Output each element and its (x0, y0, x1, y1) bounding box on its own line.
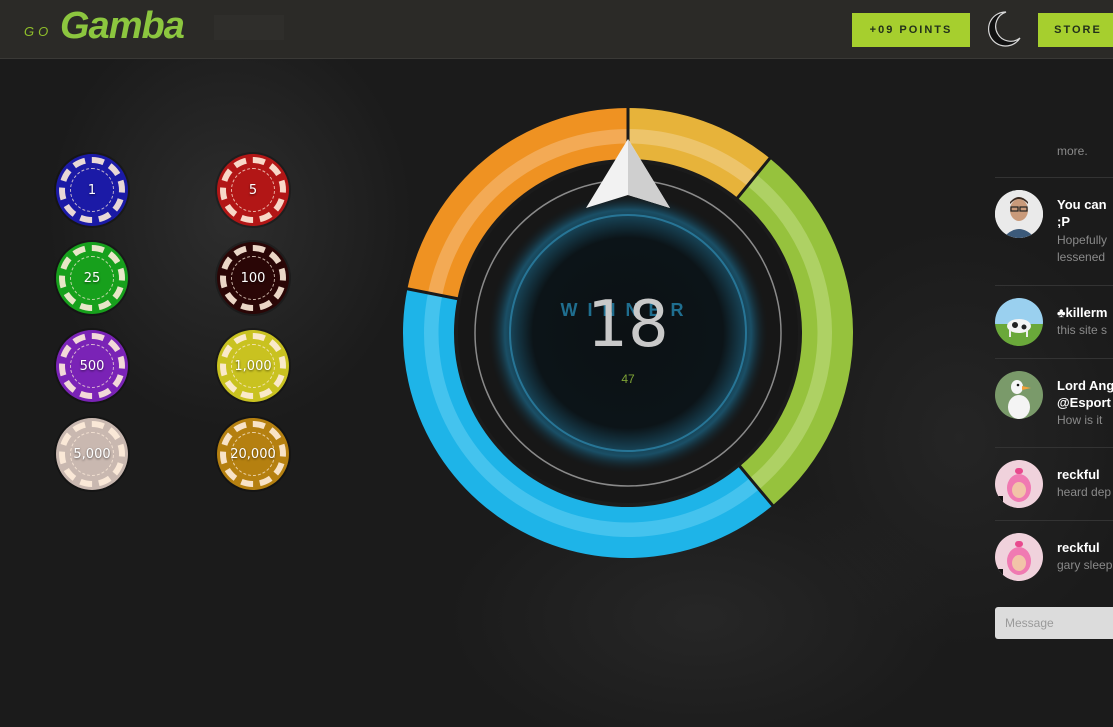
chat-message: reckful gary sleep (995, 520, 1113, 593)
round-number: 47 (621, 372, 635, 386)
chat-message-text: Hopefully (1057, 233, 1108, 247)
logo-placeholder-box (214, 15, 284, 40)
chat-message-text: lessened (1057, 250, 1106, 264)
moon-icon[interactable] (982, 8, 1024, 50)
chat-panel: more. You can ;P Hopefully lessened ♣kil… (995, 130, 1113, 630)
chat-message: Lord Ang @Esport How is it (995, 358, 1113, 447)
pink-avatar-icon (995, 533, 1043, 581)
chat-message: reckful heard dep (995, 447, 1113, 520)
chat-username: reckful (1057, 467, 1100, 482)
chip-5[interactable]: 5 (217, 154, 289, 226)
cow-avatar-icon (995, 298, 1043, 346)
chat-username-cont: @Esport (1057, 395, 1111, 410)
chat-username: Lord Ang (1057, 378, 1113, 393)
goose-avatar-icon (995, 371, 1043, 419)
avatar[interactable] (995, 190, 1043, 238)
chat-username: ♣killerm (1057, 305, 1108, 320)
chat-username-cont: ;P (1057, 214, 1070, 229)
winning-number: 18 (587, 288, 669, 362)
chip-label: 25 (83, 270, 101, 286)
chat-username: You can (1057, 197, 1107, 212)
chat-message-text: How is it (1057, 413, 1103, 427)
chip-label: 1 (87, 182, 97, 198)
chip-label: 5 (248, 182, 258, 198)
chip-25[interactable]: 25 (56, 242, 128, 314)
chat-username: reckful (1057, 540, 1100, 555)
chip-100[interactable]: 100 (217, 242, 289, 314)
top-bar: GO Gamba +09 POINTS STORE (0, 0, 1113, 59)
avatar[interactable] (995, 533, 1043, 581)
chip-1000[interactable]: 1,000 (217, 330, 289, 402)
store-button[interactable]: STORE (1038, 13, 1113, 47)
chat-message-text: this site s (1057, 323, 1108, 337)
chip-label: 500 (79, 358, 105, 374)
chip-20000[interactable]: 20,000 (217, 418, 289, 490)
chip-500[interactable]: 500 (56, 330, 128, 402)
chat-message: ♣killerm this site s (995, 285, 1113, 356)
chip-label: 5,000 (73, 446, 111, 462)
chip-5000[interactable]: 5,000 (56, 418, 128, 490)
avatar[interactable] (995, 298, 1043, 346)
chat-message-text: gary sleep (1057, 558, 1113, 572)
points-button[interactable]: +09 POINTS (852, 13, 970, 47)
logo-prefix: GO (24, 24, 53, 39)
chat-message-text: heard dep (1057, 485, 1112, 499)
chip-label: 100 (240, 270, 266, 286)
logo[interactable]: Gamba (60, 5, 185, 48)
chip-label: 20,000 (230, 446, 276, 462)
message-input[interactable] (995, 607, 1113, 639)
chip-label: 1,000 (234, 358, 272, 374)
pink-avatar-icon (995, 460, 1043, 508)
chip-1[interactable]: 1 (56, 154, 128, 226)
avatar[interactable] (995, 371, 1043, 419)
chat-message-text: more. (1057, 144, 1088, 158)
man-avatar-icon (995, 190, 1043, 238)
avatar[interactable] (995, 460, 1043, 508)
chat-message: You can ;P Hopefully lessened (995, 177, 1113, 264)
